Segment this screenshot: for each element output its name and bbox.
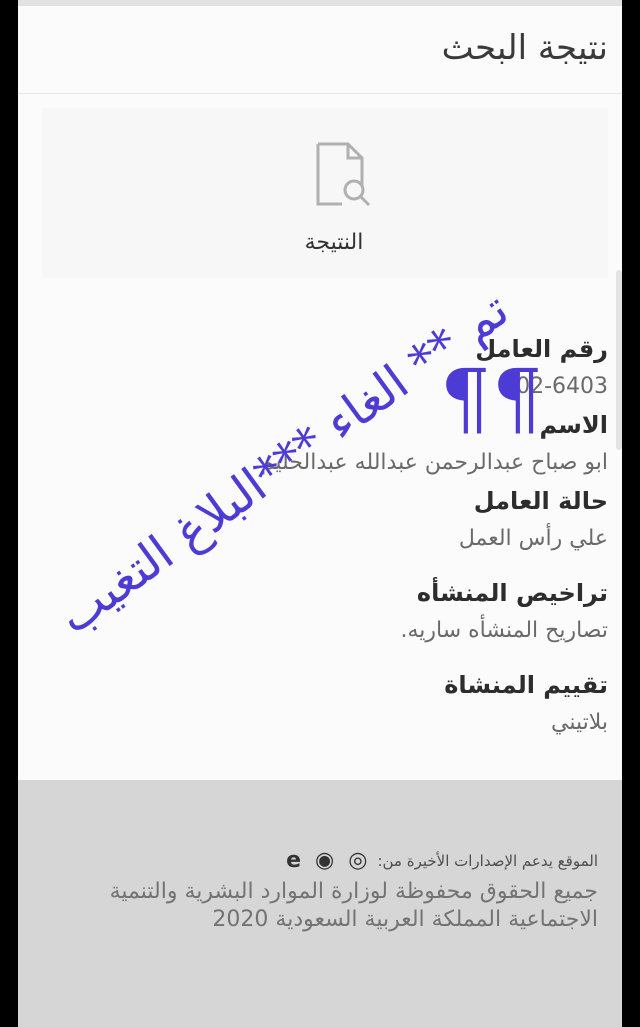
worker-number-value: 102-6403 — [502, 374, 608, 399]
name-value: ابو صباح عبدالرحمن عبدالله عبدالحليم — [260, 450, 608, 475]
ie-icon: e — [286, 848, 302, 873]
result-card: النتيجة — [42, 108, 608, 278]
worker-status-value: علي رأس العمل — [458, 526, 608, 551]
page-header: نتيجة البحث — [18, 6, 622, 94]
browser-icons: e ◉ ◎ — [286, 850, 367, 872]
page-title: نتيجة البحث — [441, 28, 608, 68]
establishment-rating-value: بلاتيني — [551, 710, 608, 735]
browser-support-text: الموقع يدعم الإصدارات الأخيرة من: — [377, 852, 598, 870]
establishment-licenses-label: تراخيص المنشأه — [416, 579, 608, 607]
scrollbar[interactable] — [616, 270, 622, 450]
result-details: رقم العامل 102-6403 الاسم ابو صباح عبدال… — [38, 330, 608, 742]
chrome-icon: ◎ — [348, 848, 368, 873]
page-footer: الموقع يدعم الإصدارات الأخيرة من: e ◉ ◎ … — [18, 780, 622, 1027]
worker-status-label: حالة العامل — [473, 487, 608, 515]
browser-support-line: الموقع يدعم الإصدارات الأخيرة من: e ◉ ◎ — [286, 850, 598, 872]
name-label: الاسم — [539, 411, 608, 439]
firefox-icon: ◉ — [315, 848, 335, 873]
establishment-licenses-value: تصاريح المنشأه ساريه. — [400, 618, 608, 643]
worker-number-label: رقم العامل — [475, 335, 608, 363]
establishment-rating-label: تقييم المنشاة — [444, 671, 608, 699]
document-search-icon — [316, 142, 371, 207]
copyright-text: جميع الحقوق محفوظة لوزارة الموارد البشري… — [109, 879, 598, 932]
page-frame: نتيجة البحث النتيجة رقم العامل 102-6403 … — [18, 0, 622, 1027]
result-label: النتيجة — [304, 230, 364, 255]
